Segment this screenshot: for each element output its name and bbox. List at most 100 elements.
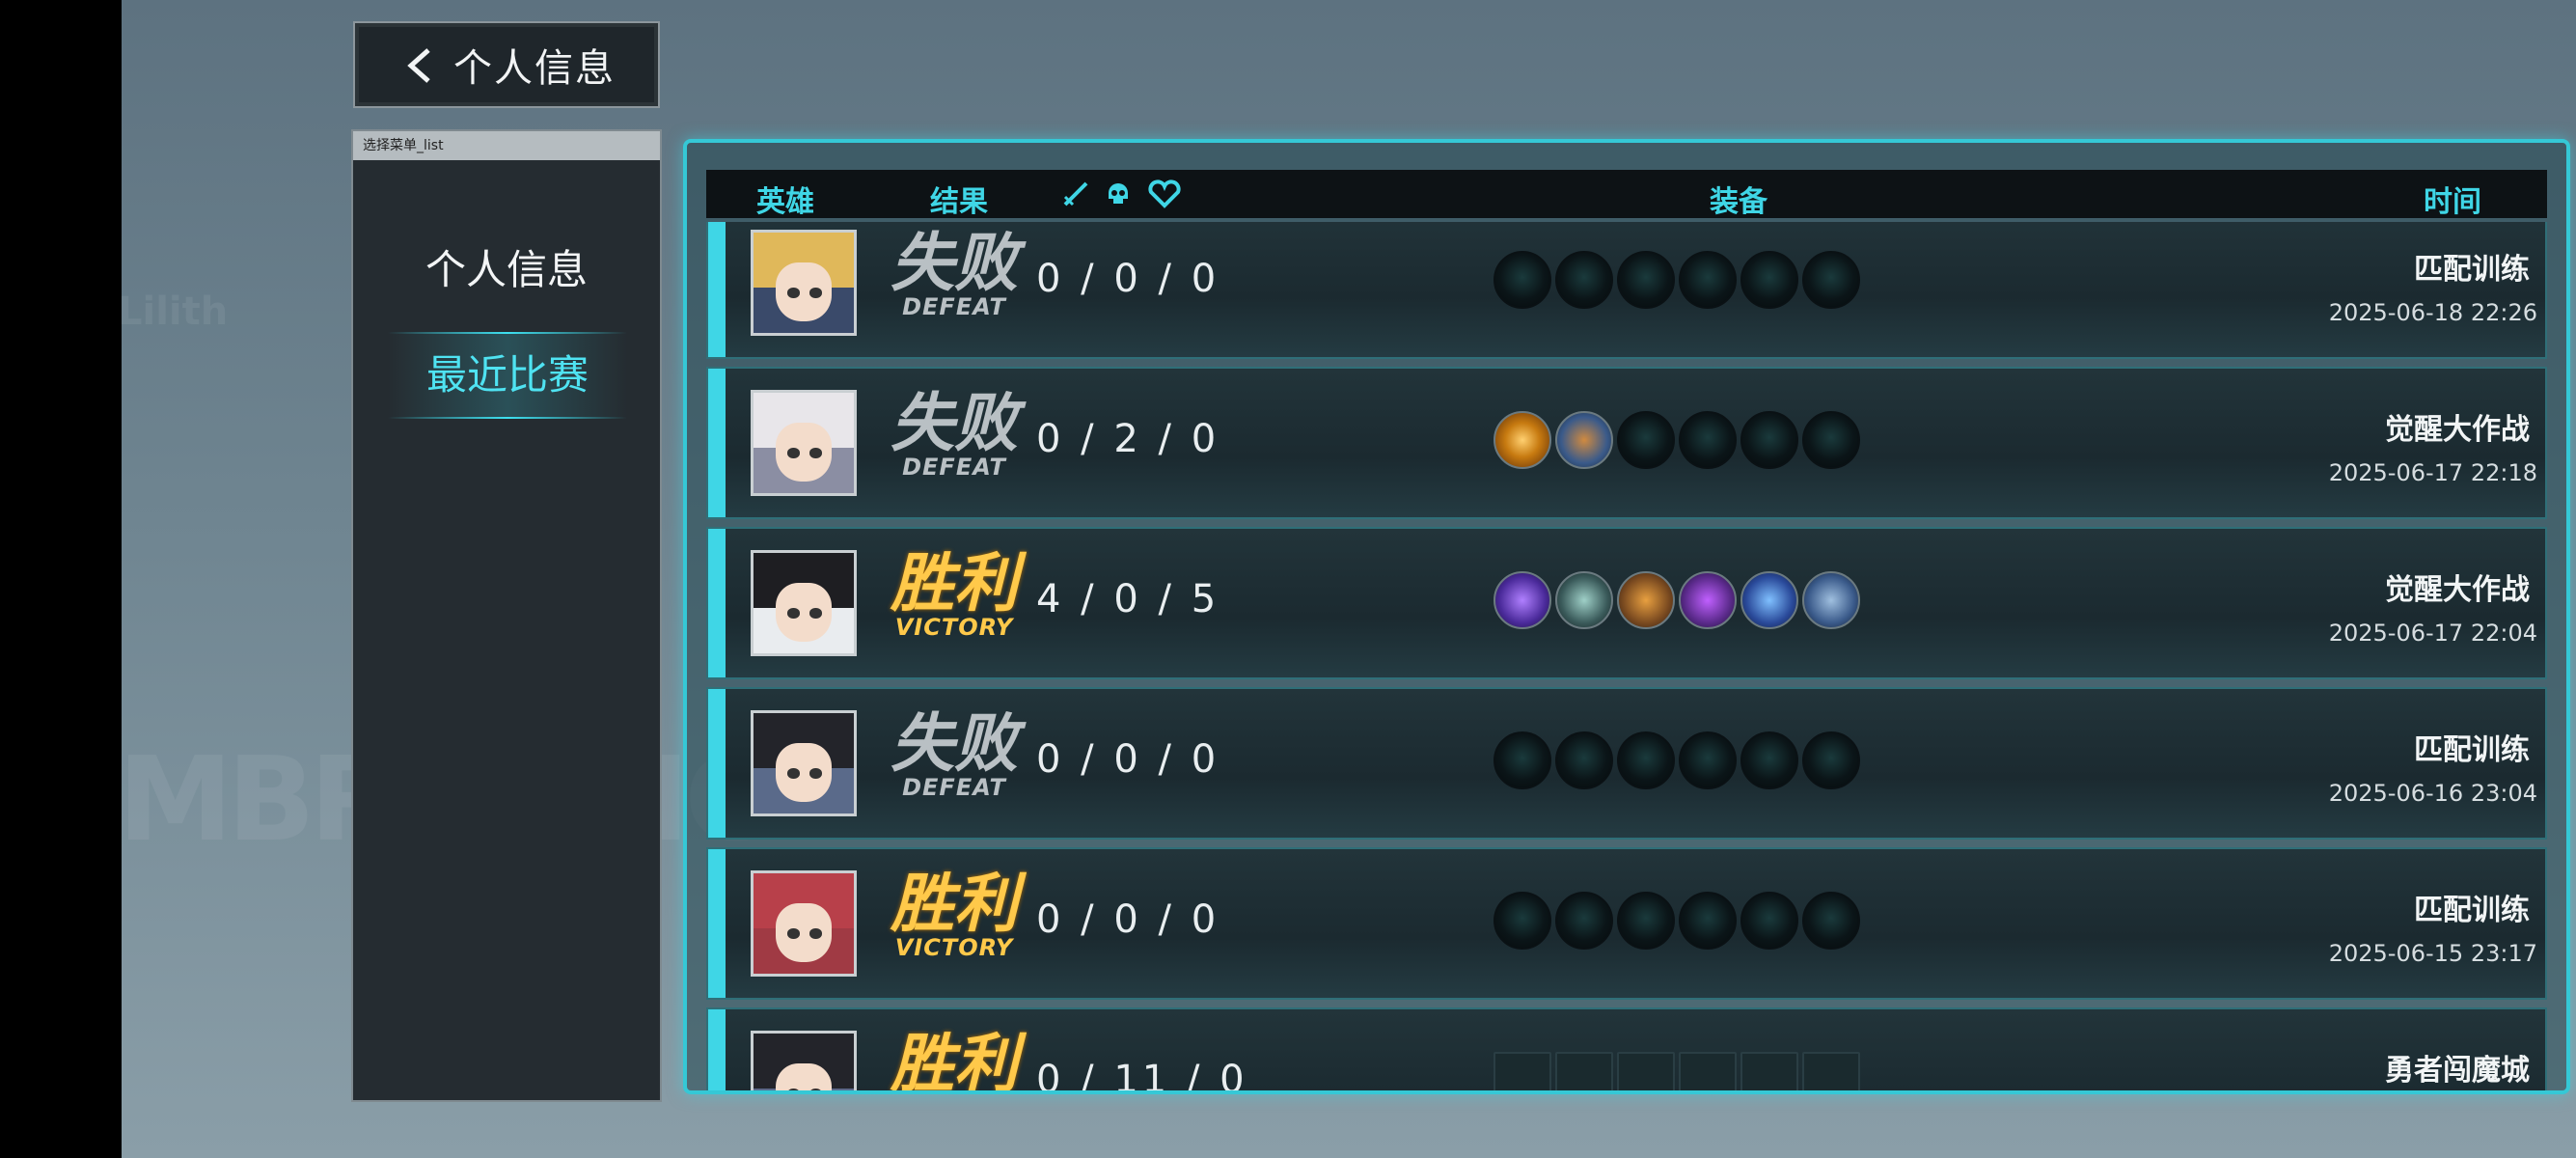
match-time: 2025-06-17 22:04 [2328, 620, 2537, 647]
game-mode: 觉醒大作战 [2385, 413, 2530, 447]
equipment-slots [1494, 731, 1860, 789]
empty-slot[interactable] [1494, 892, 1551, 950]
kda-value: 0 / 2 / 0 [1036, 417, 1220, 461]
game-mode: 匹配训练 [2414, 894, 2530, 927]
menu-item-personal-info[interactable]: 个人信息 [353, 237, 660, 296]
header-time: 时间 [2424, 185, 2481, 219]
back-button[interactable]: 个人信息 [353, 21, 660, 108]
match-time: 2025-06-16 23:04 [2328, 780, 2537, 807]
game-mode: 觉醒大作战 [2385, 573, 2530, 607]
golden-axe-icon[interactable] [1617, 571, 1675, 629]
empty-slot[interactable] [1679, 411, 1737, 469]
empty-slot[interactable] [1740, 1052, 1798, 1090]
match-history-panel: 英雄 结果 装备 时间 失败 DEFEAT 0 / 0 / 0 匹配训练 2025-06… [683, 139, 2570, 1094]
game-mode: 匹配训练 [2414, 733, 2530, 767]
match-list[interactable]: 失败 DEFEAT 0 / 0 / 0 匹配训练 2025-06-18 22:26 失败 D… [706, 222, 2547, 1090]
result-label-en: VICTORY [894, 614, 1014, 641]
result-badge: 失败 DEFEAT [882, 706, 1027, 801]
kda-value: 0 / 0 / 0 [1036, 737, 1220, 782]
blue-crystal-icon[interactable] [1740, 571, 1798, 629]
match-time: 2025-06-18 22:26 [2328, 299, 2537, 326]
empty-slot[interactable] [1555, 892, 1613, 950]
table-header: 英雄 结果 装备 时间 [706, 170, 2547, 219]
hero-avatar [751, 390, 857, 496]
bronze-gear-icon[interactable] [1555, 411, 1613, 469]
empty-slot[interactable] [1679, 1052, 1737, 1090]
result-badge: 胜利VICTORY [882, 1027, 1027, 1090]
match-time: 2025-06-17 22:18 [2328, 459, 2537, 486]
result-badge: 失败 DEFEAT [882, 386, 1027, 481]
match-row[interactable]: 胜利VICTORY 0 / 11 / 0 勇者闯魔城 [706, 1007, 2547, 1090]
result-label-en: DEFEAT [902, 293, 1006, 320]
match-row[interactable]: 失败 DEFEAT 0 / 2 / 0 觉醒大作战 2025-06-17 22:18 [706, 367, 2547, 519]
chevron-left-icon [407, 48, 430, 83]
result-label: 胜利 [891, 1027, 1018, 1090]
kda-value: 0 / 11 / 0 [1036, 1058, 1248, 1090]
background-watermark: Lilith [122, 290, 229, 334]
hero-avatar [751, 1031, 857, 1090]
empty-slot[interactable] [1494, 251, 1551, 309]
kda-value: 0 / 0 / 0 [1036, 897, 1220, 942]
result-label-en: DEFEAT [902, 454, 1006, 481]
empty-slot[interactable] [1740, 411, 1798, 469]
header-hero: 英雄 [756, 185, 814, 219]
empty-slot[interactable] [1679, 731, 1737, 789]
result-label-en: DEFEAT [902, 774, 1006, 801]
menu-item-recent-matches[interactable]: 最近比赛 [388, 332, 627, 419]
empty-slot[interactable] [1555, 1052, 1613, 1090]
sword-icon [1063, 181, 1088, 207]
hero-avatar [751, 870, 857, 977]
result-label: 失败 [891, 706, 1018, 781]
steel-gauntlet-icon[interactable] [1802, 571, 1860, 629]
empty-slot[interactable] [1617, 1052, 1675, 1090]
result-badge: 胜利VICTORY [882, 867, 1027, 961]
result-badge: 胜利VICTORY [882, 546, 1027, 641]
result-label: 胜利 [891, 867, 1018, 941]
hero-avatar [751, 710, 857, 816]
equipment-slots [1494, 411, 1860, 469]
empty-slot[interactable] [1679, 251, 1737, 309]
match-row[interactable]: 失败 DEFEAT 0 / 0 / 0 匹配训练 2025-06-16 23:04 [706, 687, 2547, 840]
match-row[interactable]: 失败 DEFEAT 0 / 0 / 0 匹配训练 2025-06-18 22:26 [706, 222, 2547, 359]
empty-slot[interactable] [1740, 731, 1798, 789]
empty-slot[interactable] [1617, 892, 1675, 950]
empty-slot[interactable] [1740, 251, 1798, 309]
header-result: 结果 [930, 185, 988, 219]
empty-slot[interactable] [1494, 731, 1551, 789]
back-button-label: 个人信息 [453, 46, 616, 91]
result-badge: 失败 DEFEAT [882, 226, 1027, 320]
equipment-slots [1494, 251, 1860, 309]
result-label: 失败 [891, 226, 1018, 300]
empty-slot[interactable] [1617, 731, 1675, 789]
violet-spear-icon[interactable] [1679, 571, 1737, 629]
handshake-icon [1148, 179, 1181, 208]
side-menu-caption: 选择菜单_list [353, 131, 660, 160]
empty-slot[interactable] [1617, 411, 1675, 469]
equipment-slots [1494, 571, 1860, 629]
empty-slot[interactable] [1802, 731, 1860, 789]
empty-slot[interactable] [1802, 251, 1860, 309]
match-row[interactable]: 胜利 VICTORY 0 / 0 / 0 匹配训练 2025-06-15 23:17 [706, 847, 2547, 1000]
match-row[interactable]: 胜利 VICTORY 4 / 0 / 5 觉醒大作战 2025-06-17 22:04 [706, 527, 2547, 679]
empty-slot[interactable] [1555, 731, 1613, 789]
game-mode: 匹配训练 [2414, 253, 2530, 287]
empty-slot[interactable] [1679, 892, 1737, 950]
empty-slot[interactable] [1802, 892, 1860, 950]
empty-slot[interactable] [1494, 1052, 1551, 1090]
match-time: 2025-06-15 23:17 [2328, 940, 2537, 967]
skull-icon [1109, 183, 1128, 204]
purple-blade-icon[interactable] [1494, 571, 1551, 629]
empty-slot[interactable] [1555, 251, 1613, 309]
empty-slot[interactable] [1617, 251, 1675, 309]
cross-blade-icon[interactable] [1555, 571, 1613, 629]
equipment-slots [1494, 1052, 1860, 1090]
game-screen: Lilith MBRACING 个人信息 选择菜单_list 个人信息 最近比赛… [122, 0, 2576, 1158]
golden-eye-orb-icon[interactable] [1494, 411, 1551, 469]
result-label-en: VICTORY [894, 934, 1014, 961]
kda-value: 0 / 0 / 0 [1036, 257, 1220, 301]
empty-slot[interactable] [1802, 1052, 1860, 1090]
empty-slot[interactable] [1802, 411, 1860, 469]
result-label: 胜利 [891, 546, 1018, 620]
empty-slot[interactable] [1740, 892, 1798, 950]
side-menu: 选择菜单_list 个人信息 最近比赛 [351, 129, 662, 1102]
